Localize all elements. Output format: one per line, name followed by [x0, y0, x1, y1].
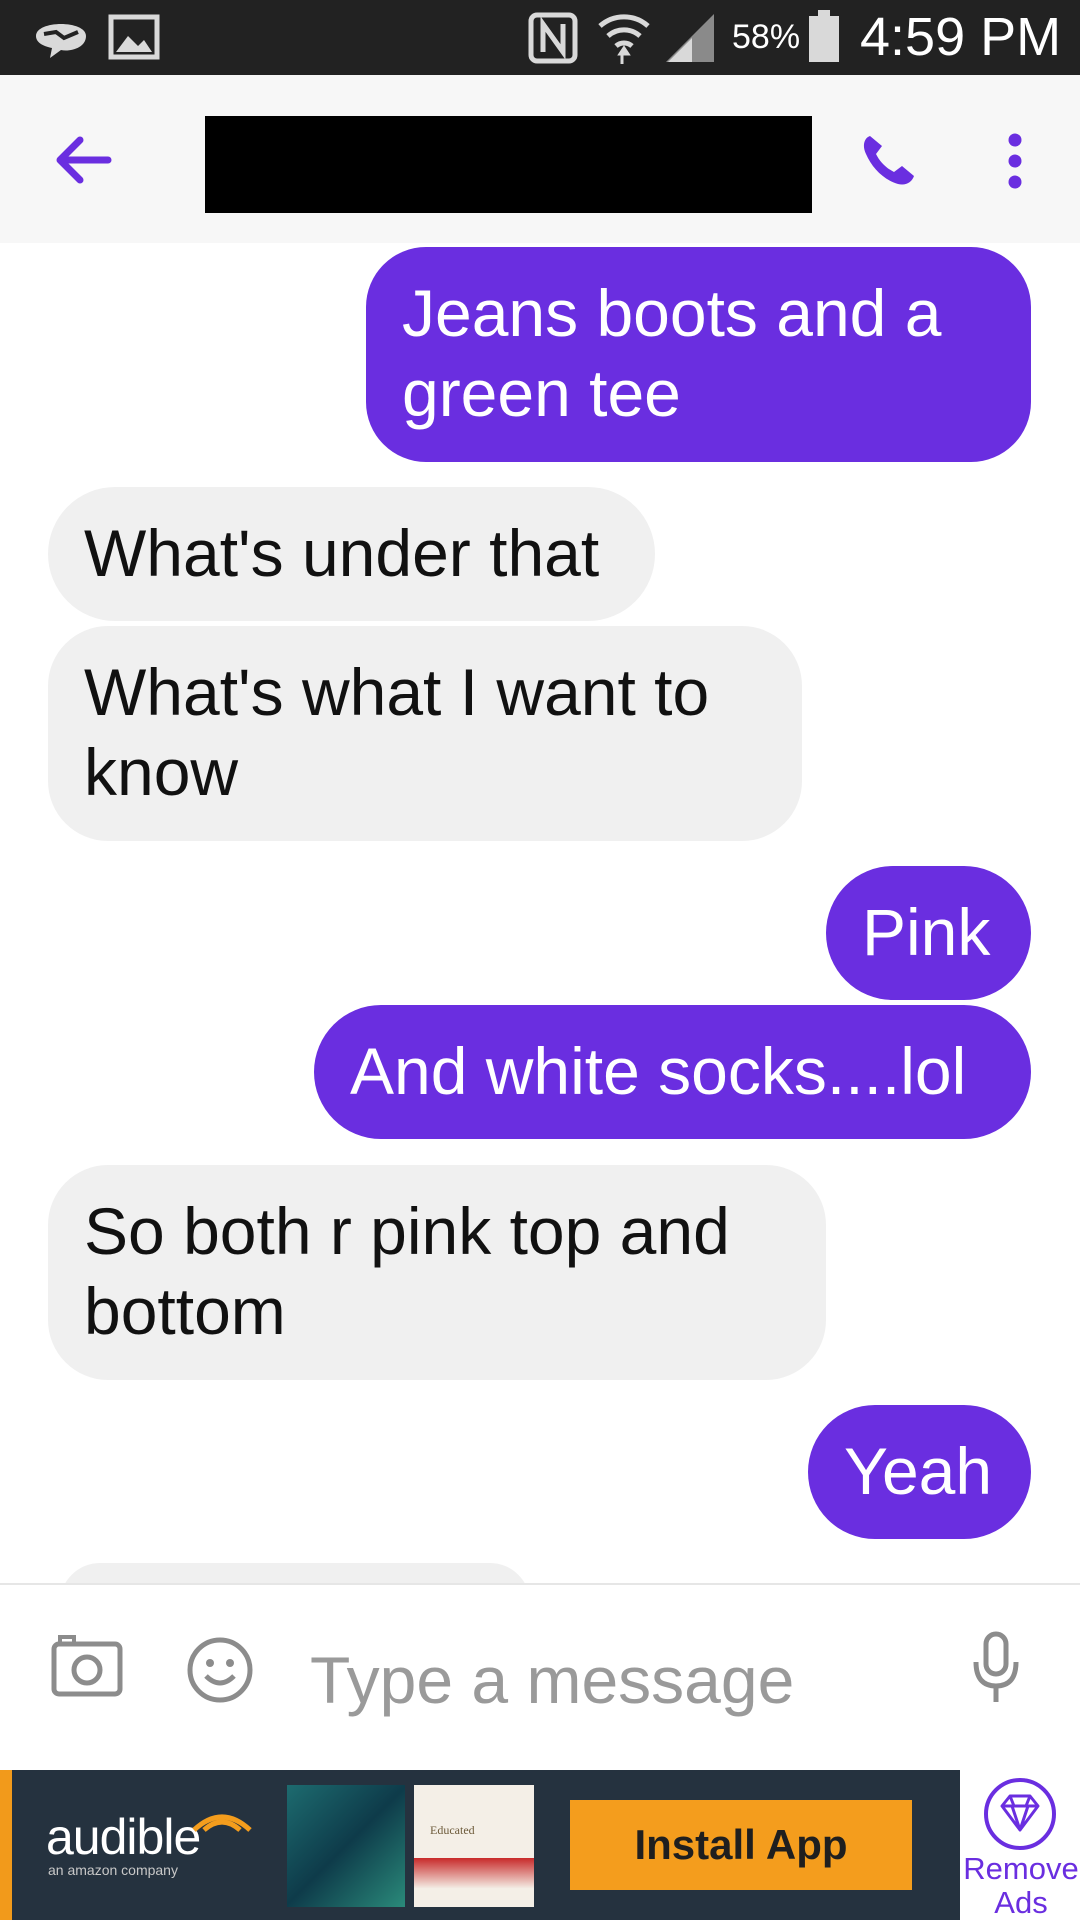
- battery-icon: [809, 10, 839, 62]
- message-list[interactable]: Jeans boots and a green tee What's under…: [0, 243, 1080, 1583]
- camera-icon[interactable]: [50, 1632, 124, 1698]
- message-text: What's what I want to know: [84, 655, 710, 809]
- remove-ads-link[interactable]: Remove Ads: [962, 1852, 1080, 1920]
- message-text: And white socks....lol: [350, 1034, 967, 1108]
- ad-book-cover-2: [414, 1785, 534, 1907]
- install-app-button[interactable]: Install App: [570, 1800, 912, 1890]
- message-bubble-outgoing[interactable]: And white socks....lol: [314, 1005, 1031, 1139]
- ad-book-cover-1: [287, 1785, 405, 1907]
- messenger-notification-icon: [36, 24, 86, 58]
- message-bubble-outgoing[interactable]: Pink: [826, 866, 1031, 1000]
- message-bubble-incoming[interactable]: What's under that: [48, 487, 655, 621]
- back-arrow-icon[interactable]: [52, 132, 114, 188]
- status-time: 4:59 PM: [860, 7, 1062, 67]
- audible-wave-icon: [192, 1814, 252, 1832]
- message-bubble-outgoing[interactable]: Jeans boots and a green tee: [366, 247, 1031, 462]
- emoji-icon[interactable]: [186, 1636, 254, 1704]
- message-bubble-outgoing[interactable]: Yeah: [808, 1405, 1031, 1539]
- message-text: What's under that: [84, 516, 600, 590]
- ad-book-title: Educated: [430, 1823, 475, 1837]
- message-input[interactable]: [310, 1640, 950, 1720]
- contact-name-redacted[interactable]: [205, 116, 812, 213]
- audible-tagline: an amazon company: [48, 1862, 178, 1878]
- message-text: Jeans boots and a green tee: [402, 276, 942, 430]
- diamond-icon[interactable]: [982, 1776, 1058, 1852]
- message-bubble-incoming-partial[interactable]: [60, 1563, 530, 1583]
- microphone-icon[interactable]: [972, 1630, 1020, 1706]
- phone-icon[interactable]: [858, 130, 918, 190]
- audible-logo: audible: [46, 1809, 201, 1865]
- ad-accent-strip: [0, 1770, 12, 1920]
- more-vert-icon[interactable]: [1000, 130, 1030, 194]
- wifi-icon: [598, 14, 650, 64]
- message-text: So both r pink top and bottom: [84, 1194, 730, 1348]
- message-bubble-incoming[interactable]: What's what I want to know: [48, 626, 802, 841]
- nfc-icon: [528, 12, 578, 64]
- signal-icon: [666, 14, 714, 62]
- battery-percent: 58%: [732, 18, 801, 56]
- message-text: Yeah: [844, 1434, 993, 1508]
- image-notification-icon: [108, 14, 160, 60]
- message-bubble-incoming[interactable]: So both r pink top and bottom: [48, 1165, 826, 1380]
- message-text: Pink: [862, 895, 991, 969]
